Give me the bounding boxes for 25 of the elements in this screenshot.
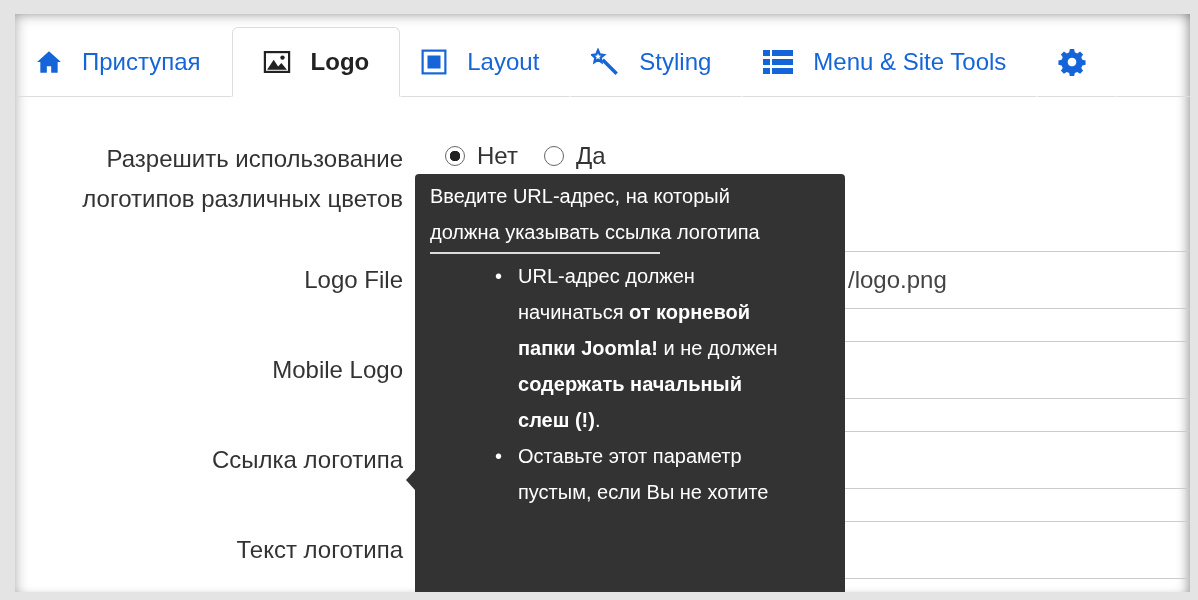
field-label: Mobile Logo (271, 355, 403, 385)
bullet-marker: • (495, 264, 502, 289)
home-icon (36, 50, 62, 74)
field-label: Разрешить использование логотипов различных цветов (81, 144, 403, 214)
field-label: Ссылка логотипа (210, 445, 403, 475)
settings-icon (1058, 48, 1087, 76)
list-icon (763, 50, 794, 74)
tooltip-bullet: URL-адрес должен начинаться от корневой папки Joomla! и не должен содержать начальный слеш (!). (518, 264, 779, 433)
field-label: Текст логотипа (235, 535, 403, 565)
magic-wand-icon (591, 48, 620, 76)
square-icon (421, 49, 448, 75)
field-label: Logo File (303, 265, 403, 295)
tooltip-bullet: Оставьте этот параметр пустым, если Вы не хотите (518, 444, 770, 505)
radio-label: Нет (477, 141, 518, 171)
bullet-marker: • (495, 444, 502, 469)
tab[interactable]: Menu & Site Tools (742, 27, 1038, 97)
tab[interactable]: Styling (570, 27, 743, 97)
tab[interactable]: Layout (400, 27, 571, 97)
tooltip-text: Введите URL-адрес, на который должна указывать ссылка логотипа (430, 184, 761, 245)
radio-button[interactable] (445, 146, 465, 166)
radio-button[interactable] (543, 146, 564, 166)
radio-label: Да (575, 141, 606, 171)
tab[interactable]: Приступая (15, 27, 232, 97)
tab[interactable]: Logo (231, 27, 401, 97)
image-icon (262, 51, 291, 73)
